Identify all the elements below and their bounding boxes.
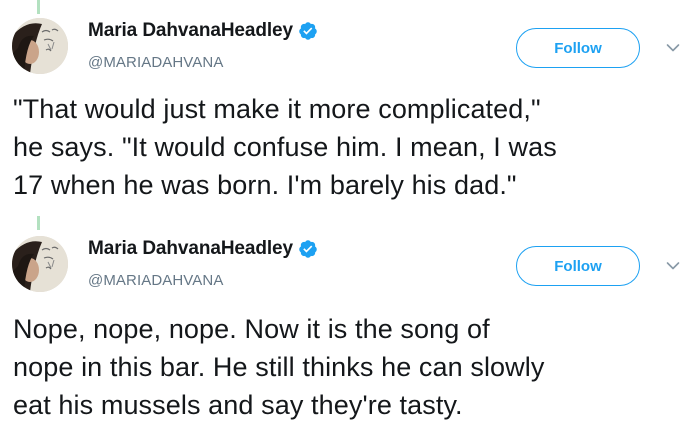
tweet-text-line: 17 when he was born. I'm barely his dad.… <box>13 170 517 200</box>
tweet-text-line: nope in this bar. He still thinks he can… <box>13 352 545 382</box>
chevron-down-icon[interactable] <box>666 43 680 53</box>
tweet-thread: Maria DahvanaHeadley @MARIADAHVANA Follo… <box>0 0 700 440</box>
tweet-text-line: he says. "It would confuse him. I mean, … <box>13 132 557 162</box>
avatar-image <box>12 18 68 74</box>
avatar[interactable] <box>12 236 68 292</box>
handle[interactable]: @MARIADAHVANA <box>88 54 223 71</box>
tweet-text-line: eat his mussels and say they're tasty. <box>13 390 463 420</box>
tweet: Maria DahvanaHeadley @MARIADAHVANA Follo… <box>0 0 700 215</box>
verified-badge-icon <box>298 21 318 41</box>
follow-button[interactable]: Follow <box>516 28 640 68</box>
display-name[interactable]: Maria DahvanaHeadley <box>88 20 293 42</box>
tweet-text-line: Nope, nope, nope. Now it is the song of <box>13 314 490 344</box>
tweet: Maria DahvanaHeadley @MARIADAHVANA Follo… <box>0 220 700 440</box>
display-name[interactable]: Maria DahvanaHeadley <box>88 238 293 260</box>
tweet-text: "That would just make it more complicate… <box>13 90 688 204</box>
verified-badge-icon <box>298 239 318 259</box>
tweet-text: Nope, nope, nope. Now it is the song of … <box>13 310 688 424</box>
author-name-row: Maria DahvanaHeadley <box>88 238 318 260</box>
chevron-down-icon[interactable] <box>666 261 680 271</box>
author-name-row: Maria DahvanaHeadley <box>88 20 318 42</box>
tweet-text-line: "That would just make it more complicate… <box>13 94 541 124</box>
follow-button[interactable]: Follow <box>516 246 640 286</box>
avatar-image <box>12 236 68 292</box>
avatar[interactable] <box>12 18 68 74</box>
handle[interactable]: @MARIADAHVANA <box>88 272 223 289</box>
